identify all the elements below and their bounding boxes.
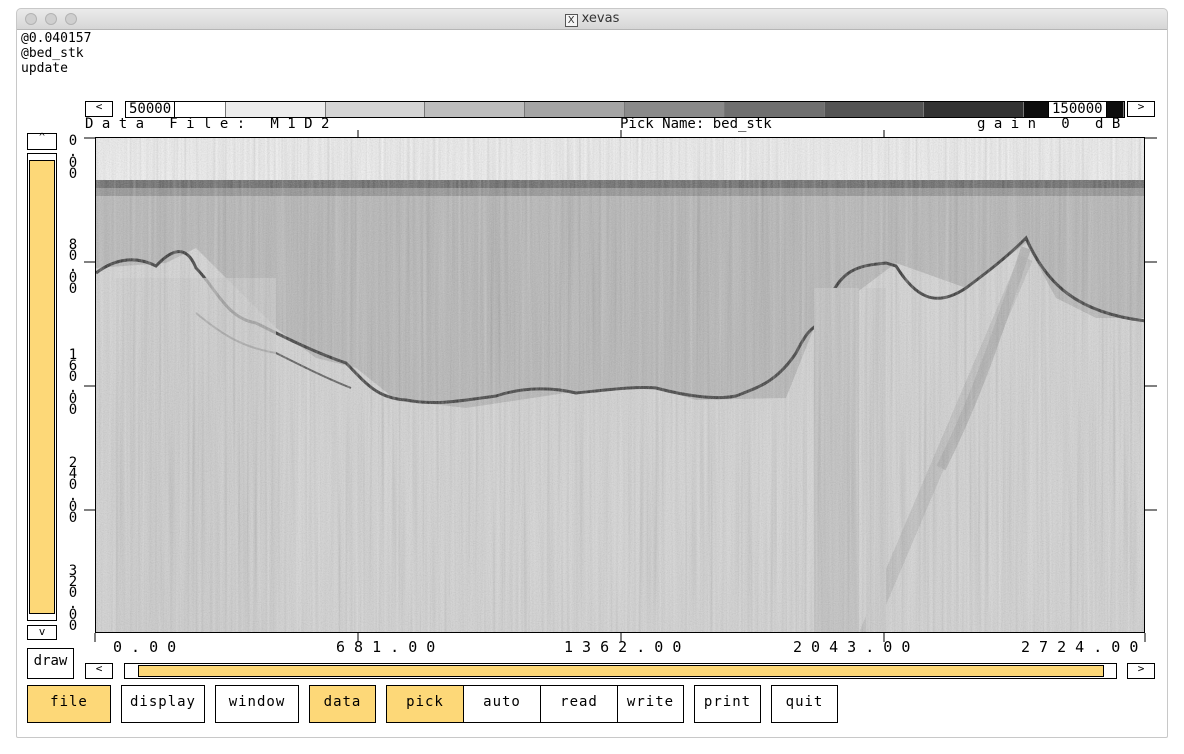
plot-ticks [84, 130, 1157, 642]
vertical-scrollbar[interactable] [27, 153, 57, 621]
hscroll-left-arrow[interactable]: < [85, 663, 113, 679]
vscroll-up-button[interactable]: ^ [27, 133, 57, 150]
status-line-3: update [21, 61, 68, 76]
pick-button[interactable]: pick [386, 685, 464, 723]
y-tick-label: 160.00 [68, 348, 78, 418]
colorbar-segment [824, 102, 925, 117]
x11-icon: X [564, 14, 578, 27]
write-button[interactable]: write [617, 685, 684, 723]
draw-button[interactable]: draw [27, 648, 74, 679]
x-tick-681: 6 8 1 . 0 0 [336, 638, 436, 656]
data-button[interactable]: data [309, 685, 376, 723]
y-tick-label: 240.00 [68, 456, 78, 526]
y-tick-char: 0 [68, 510, 78, 526]
window-title-wrap: Xxevas [16, 11, 1168, 27]
colorbar-segment [724, 102, 825, 117]
y-tick-char: 0 [68, 281, 78, 297]
colorbar-segment [225, 102, 326, 117]
status-line-1: @0.040157 [21, 31, 92, 46]
colorbar-segment [525, 102, 625, 117]
print-button[interactable]: print [694, 685, 761, 723]
vertical-scroll-thumb[interactable] [29, 160, 55, 614]
colorbar-segment [425, 102, 526, 117]
hscroll-right-arrow[interactable]: > [1127, 663, 1155, 679]
window-button[interactable]: window [215, 685, 299, 723]
x-tick-2724: 2 7 2 4 . 0 0 [1021, 638, 1139, 656]
y-tick-label: 0.00 [68, 134, 78, 182]
title-bar: Xxevas [16, 8, 1168, 30]
auto-button[interactable]: auto [463, 685, 541, 723]
y-tick-char: 0 [68, 402, 78, 418]
quit-button[interactable]: quit [771, 685, 838, 723]
window-title: xevas [581, 11, 620, 26]
x-tick-2043: 2 0 4 3 . 0 0 [793, 638, 911, 656]
horizontal-scrollbar[interactable] [124, 663, 1117, 679]
display-button[interactable]: display [121, 685, 205, 723]
y-tick-char: 0 [68, 618, 78, 634]
read-button[interactable]: read [540, 685, 618, 723]
colorbar-segment [325, 102, 426, 117]
y-tick-char: 0 [68, 166, 78, 182]
status-line-2: @bed_stk [21, 46, 84, 61]
x-tick-0: 0 . 0 0 [113, 638, 177, 656]
colorbar-segment [924, 102, 1025, 117]
colorbar-segment [624, 102, 725, 117]
vscroll-down-button[interactable]: v [27, 625, 57, 640]
colorbar-left-arrow[interactable]: < [85, 101, 113, 117]
colorbar-right-arrow[interactable]: > [1127, 101, 1155, 117]
x-tick-1362: 1 3 6 2 . 0 0 [564, 638, 682, 656]
y-tick-label: 80.00 [68, 238, 78, 297]
file-button[interactable]: file [27, 685, 111, 723]
horizontal-scroll-thumb[interactable] [138, 665, 1104, 677]
y-tick-label: 320.00 [68, 564, 78, 634]
